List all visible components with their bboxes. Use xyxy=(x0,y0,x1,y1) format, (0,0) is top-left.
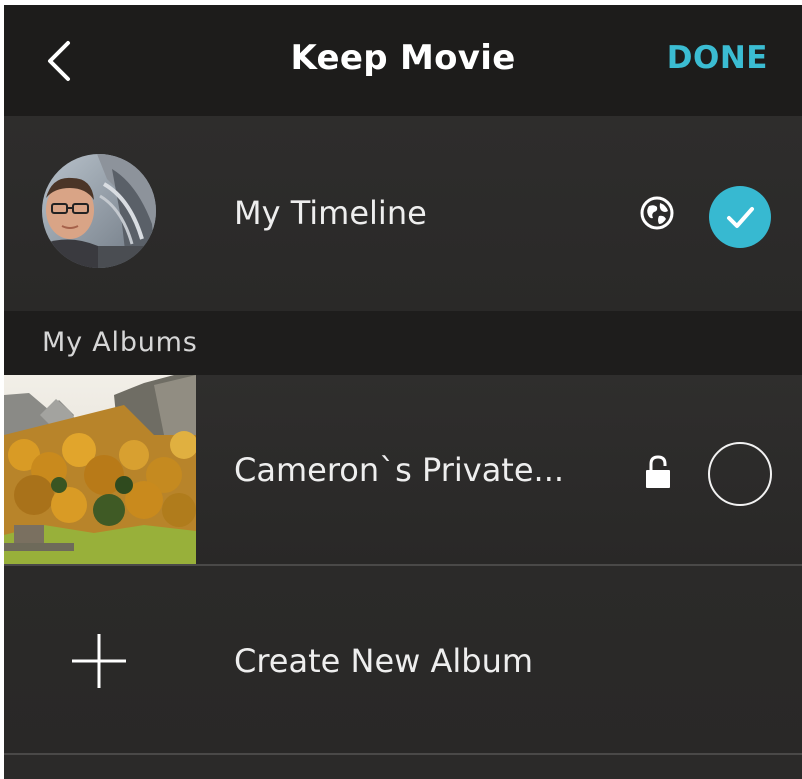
create-album-label: Create New Album xyxy=(234,642,534,680)
keep-movie-screen: Keep Movie DONE My Timeline My Albums Ca… xyxy=(4,5,802,779)
back-button[interactable] xyxy=(38,37,82,85)
section-header: My Albums xyxy=(4,311,802,375)
album-label: Cameron`s Private... xyxy=(234,451,565,489)
timeline-select-checkbox[interactable] xyxy=(709,186,771,248)
album-row[interactable]: Cameron`s Private... xyxy=(4,375,802,564)
timeline-row[interactable]: My Timeline xyxy=(4,116,802,311)
create-album-row[interactable]: Create New Album xyxy=(4,566,802,753)
album-select-radio[interactable] xyxy=(708,442,772,506)
list-continuation xyxy=(4,755,802,779)
done-button[interactable]: DONE xyxy=(667,40,768,76)
lock-icon xyxy=(646,455,670,488)
plus-icon xyxy=(72,634,126,688)
nav-bar: Keep Movie DONE xyxy=(4,5,802,116)
album-thumbnail xyxy=(4,375,196,564)
timeline-label: My Timeline xyxy=(234,194,427,232)
checkmark-icon xyxy=(727,207,754,228)
avatar xyxy=(42,154,156,268)
chevron-left-icon xyxy=(48,41,70,81)
globe-icon xyxy=(640,196,674,230)
section-title: My Albums xyxy=(42,327,198,358)
